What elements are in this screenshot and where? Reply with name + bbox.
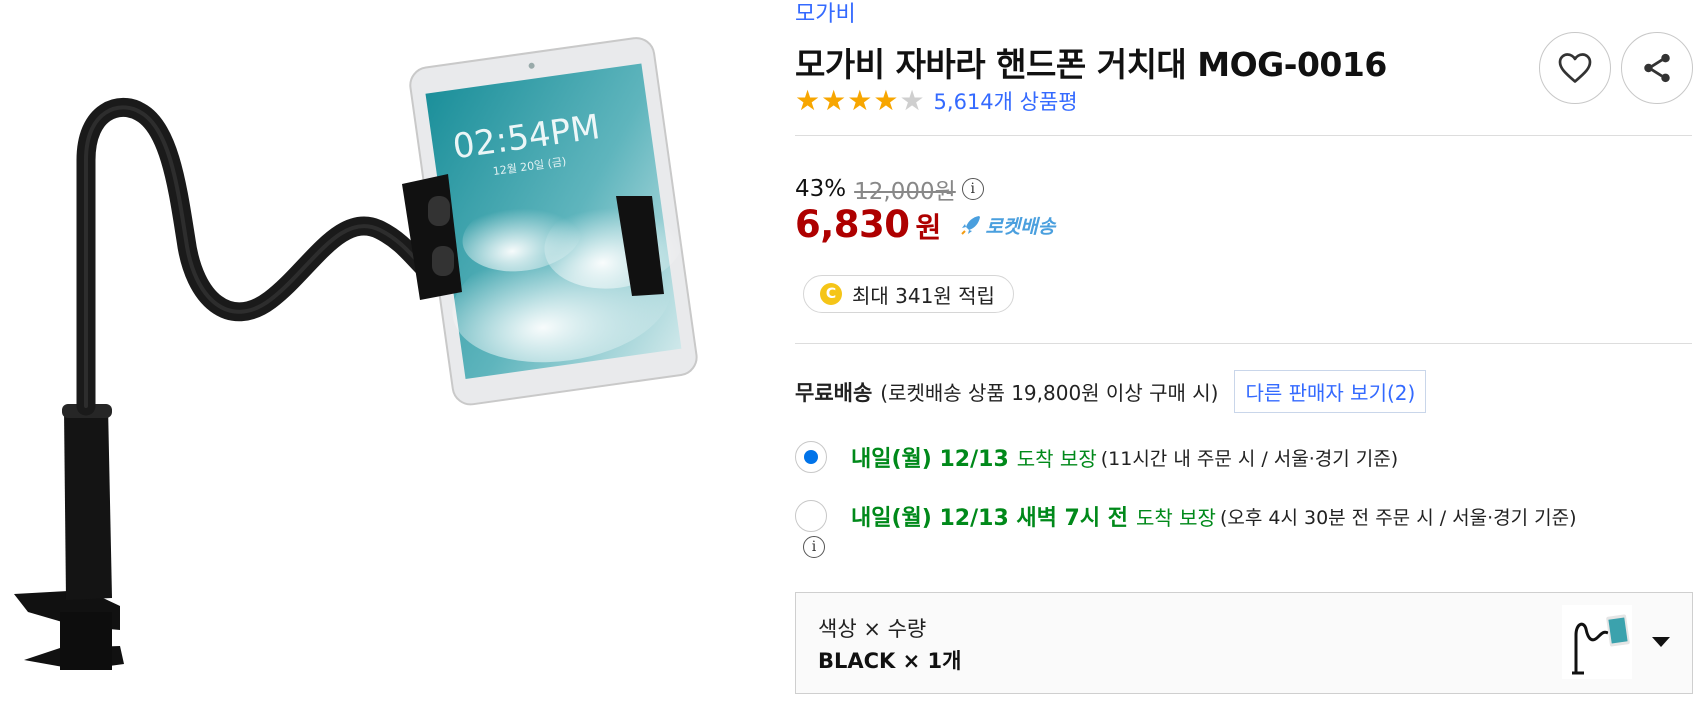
star-icon: ★: [821, 84, 847, 117]
info-icon[interactable]: i: [961, 178, 984, 200]
reward-pill: C 최대 341원 적립: [803, 275, 1014, 313]
reward-text: 최대 341원 적립: [852, 283, 995, 308]
chevron-down-icon[interactable]: [1652, 637, 1670, 647]
product-info-panel: 모가비 모가비 자바라 핸드폰 거치대 MOG-0016 ★ ★ ★ ★ ★ 5…: [795, 0, 1697, 698]
delivery-radio[interactable]: [795, 500, 827, 532]
delivery-condition: (오후 4시 30분 전 주문 시 / 서울·경기 기준): [1219, 506, 1577, 529]
discount-rate: 43%: [795, 176, 847, 202]
option-labels: 색상 × 수량: [818, 617, 927, 641]
star-icon: ★: [899, 84, 925, 117]
delivery-option[interactable]: 내일(월) 12/13 새벽 7시 전 도착 보장 (오후 4시 30분 전 주…: [795, 500, 1577, 532]
discount-row: 43% 12,000원 i: [795, 172, 984, 206]
rocket-delivery-badge: 로켓배송: [959, 212, 1055, 239]
rocket-delivery-label: 로켓배송: [985, 215, 1056, 238]
product-title: 모가비 자바라 핸드폰 거치대 MOG-0016: [795, 45, 1387, 84]
delivery-radio-selected[interactable]: [795, 441, 827, 473]
star-icon: ★: [873, 84, 899, 117]
delivery-date: 내일(월) 12/13: [851, 447, 1009, 472]
shipping-row: 무료배송 (로켓배송 상품 19,800원 이상 구매 시) 다른 판매자 보기…: [795, 370, 1427, 413]
delivery-date: 내일(월) 12/13 새벽 7시 전: [851, 506, 1128, 531]
sale-price: 6,830: [795, 203, 910, 246]
rating-row: ★ ★ ★ ★ ★ 5,614개 상품평: [795, 86, 1078, 116]
divider: [795, 343, 1692, 344]
price-row: 6,830 원 로켓배송: [795, 203, 1055, 246]
original-price: 12,000원: [854, 179, 956, 205]
shipping-condition: (로켓배송 상품 19,800원 이상 구매 시): [880, 381, 1219, 405]
option-selector[interactable]: 색상 × 수량 BLACK × 1개: [795, 592, 1693, 694]
review-count-link[interactable]: 5,614개 상품평: [934, 86, 1078, 116]
sale-price-unit: 원: [915, 211, 942, 244]
star-icon: ★: [795, 84, 821, 117]
shipping-label: 무료배송: [795, 380, 873, 405]
brand-link[interactable]: 모가비: [795, 0, 856, 28]
divider: [795, 135, 1692, 136]
delivery-condition: (11시간 내 주문 시 / 서울·경기 기준): [1100, 447, 1399, 470]
wishlist-button[interactable]: [1539, 32, 1611, 104]
star-icon: ★: [847, 84, 873, 117]
info-icon[interactable]: i: [803, 536, 825, 558]
coin-icon: C: [820, 283, 842, 305]
option-value: BLACK × 1개: [818, 649, 962, 673]
product-image: 02:54PM 12월 20일 (금): [0, 0, 720, 698]
rocket-icon: [961, 216, 981, 235]
heart-icon: [1558, 53, 1592, 83]
share-icon: [1644, 53, 1670, 83]
delivery-guarantee: 도착 보장: [1136, 505, 1216, 530]
share-button[interactable]: [1621, 32, 1693, 104]
option-thumbnail: [1562, 605, 1632, 679]
gooseneck-holder-illustration: 02:54PM 12월 20일 (금): [14, 37, 698, 670]
star-rating: ★ ★ ★ ★ ★: [795, 87, 926, 115]
other-sellers-button[interactable]: 다른 판매자 보기(2): [1234, 370, 1427, 413]
delivery-option[interactable]: 내일(월) 12/13 도착 보장 (11시간 내 주문 시 / 서울·경기 기…: [795, 441, 1398, 473]
delivery-guarantee: 도착 보장: [1016, 446, 1097, 471]
